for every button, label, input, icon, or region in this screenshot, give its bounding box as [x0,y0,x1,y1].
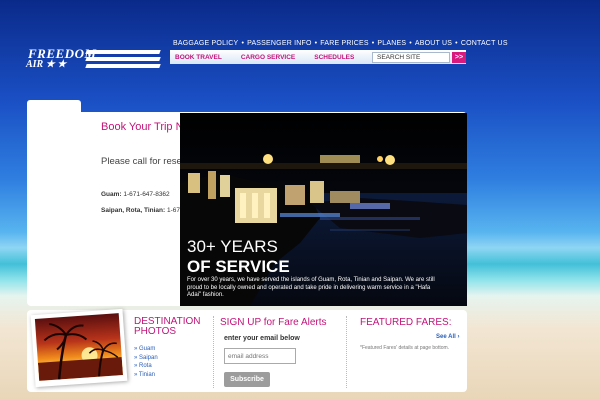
search-box: >> [372,51,466,63]
search-input[interactable] [372,51,450,63]
top-nav: BAGGAGE POLICY • PASSENGER INFO • FARE PRI… [173,40,508,47]
subscribe-button[interactable]: Subscribe [224,372,270,387]
nav-contact-us[interactable]: CONTACT US [461,40,508,47]
sub-nav: BOOK TRAVEL CARGO SERVICE SCHEDULES >> [170,50,466,64]
featured-fares-title: FEATURED FARES: [360,317,452,328]
signup-title: SIGN UP for Fare Alerts [220,317,327,328]
see-all-link[interactable]: See All › [436,334,459,340]
hero-banner[interactable]: 30+ YEARS OF SERVICE For over 30 years, … [180,113,467,306]
bottom-panel: DESTINATION PHOTOS » Guam » Saipan » Rot… [27,308,467,392]
phone-guam-number[interactable]: 1-671-647-8362 [123,191,169,198]
phone-saipan: Saipan, Rota, Tinian: 1-67 [101,207,180,214]
destination-link-tinian[interactable]: » Tinian [134,371,158,380]
nav-passenger-info[interactable]: PASSENGER INFO [247,40,312,47]
tab-schedules[interactable]: SCHEDULES [309,54,368,61]
search-button[interactable]: >> [452,51,466,63]
logo-stripes [85,50,161,74]
nav-about-us[interactable]: ABOUT US [415,40,452,47]
destination-photos-title: DESTINATION PHOTOS [134,316,201,337]
destination-link-guam[interactable]: » Guam [134,345,158,354]
hero-heading-service: OF SERVICE [187,257,290,276]
destination-photo[interactable] [30,308,128,388]
please-call-text: Please call for rese [101,156,182,167]
column-divider [213,316,214,388]
nav-baggage-policy[interactable]: BAGGAGE POLICY [173,40,238,47]
phone-guam-label: Guam: [101,191,122,198]
palm-tree-icon [37,323,123,381]
destination-list: » Guam » Saipan » Rota » Tinian [134,345,158,379]
destination-link-rota[interactable]: » Rota [134,362,158,371]
destination-link-saipan[interactable]: » Saipan [134,354,158,363]
phone-saipan-number[interactable]: 1-67 [167,207,180,214]
nav-fare-prices[interactable]: FARE PRICES [320,40,369,47]
sunset-palm-image [34,313,123,381]
fares-note: *Featured Fares' details at page bottom. [360,345,450,351]
booking-title: Book Your Trip N [101,121,184,133]
email-label: enter your email below [224,335,300,342]
freedom-air-logo[interactable]: FREEDOM AIR ★ ★ [24,46,164,76]
phone-saipan-label: Saipan, Rota, Tinian: [101,207,166,214]
tab-book-travel[interactable]: BOOK TRAVEL [170,54,236,61]
column-divider [346,316,347,388]
hero-heading-years: 30+ YEARS [187,237,278,256]
tab-cargo-service[interactable]: CARGO SERVICE [236,54,309,61]
nav-planes[interactable]: PLANES [377,40,406,47]
logo-subwordmark: AIR ★ ★ [26,59,67,70]
phone-guam: Guam: 1-671-647-8362 [101,191,170,198]
hero-description: For over 30 years, we have served the is… [187,277,435,298]
email-field[interactable] [224,348,296,364]
